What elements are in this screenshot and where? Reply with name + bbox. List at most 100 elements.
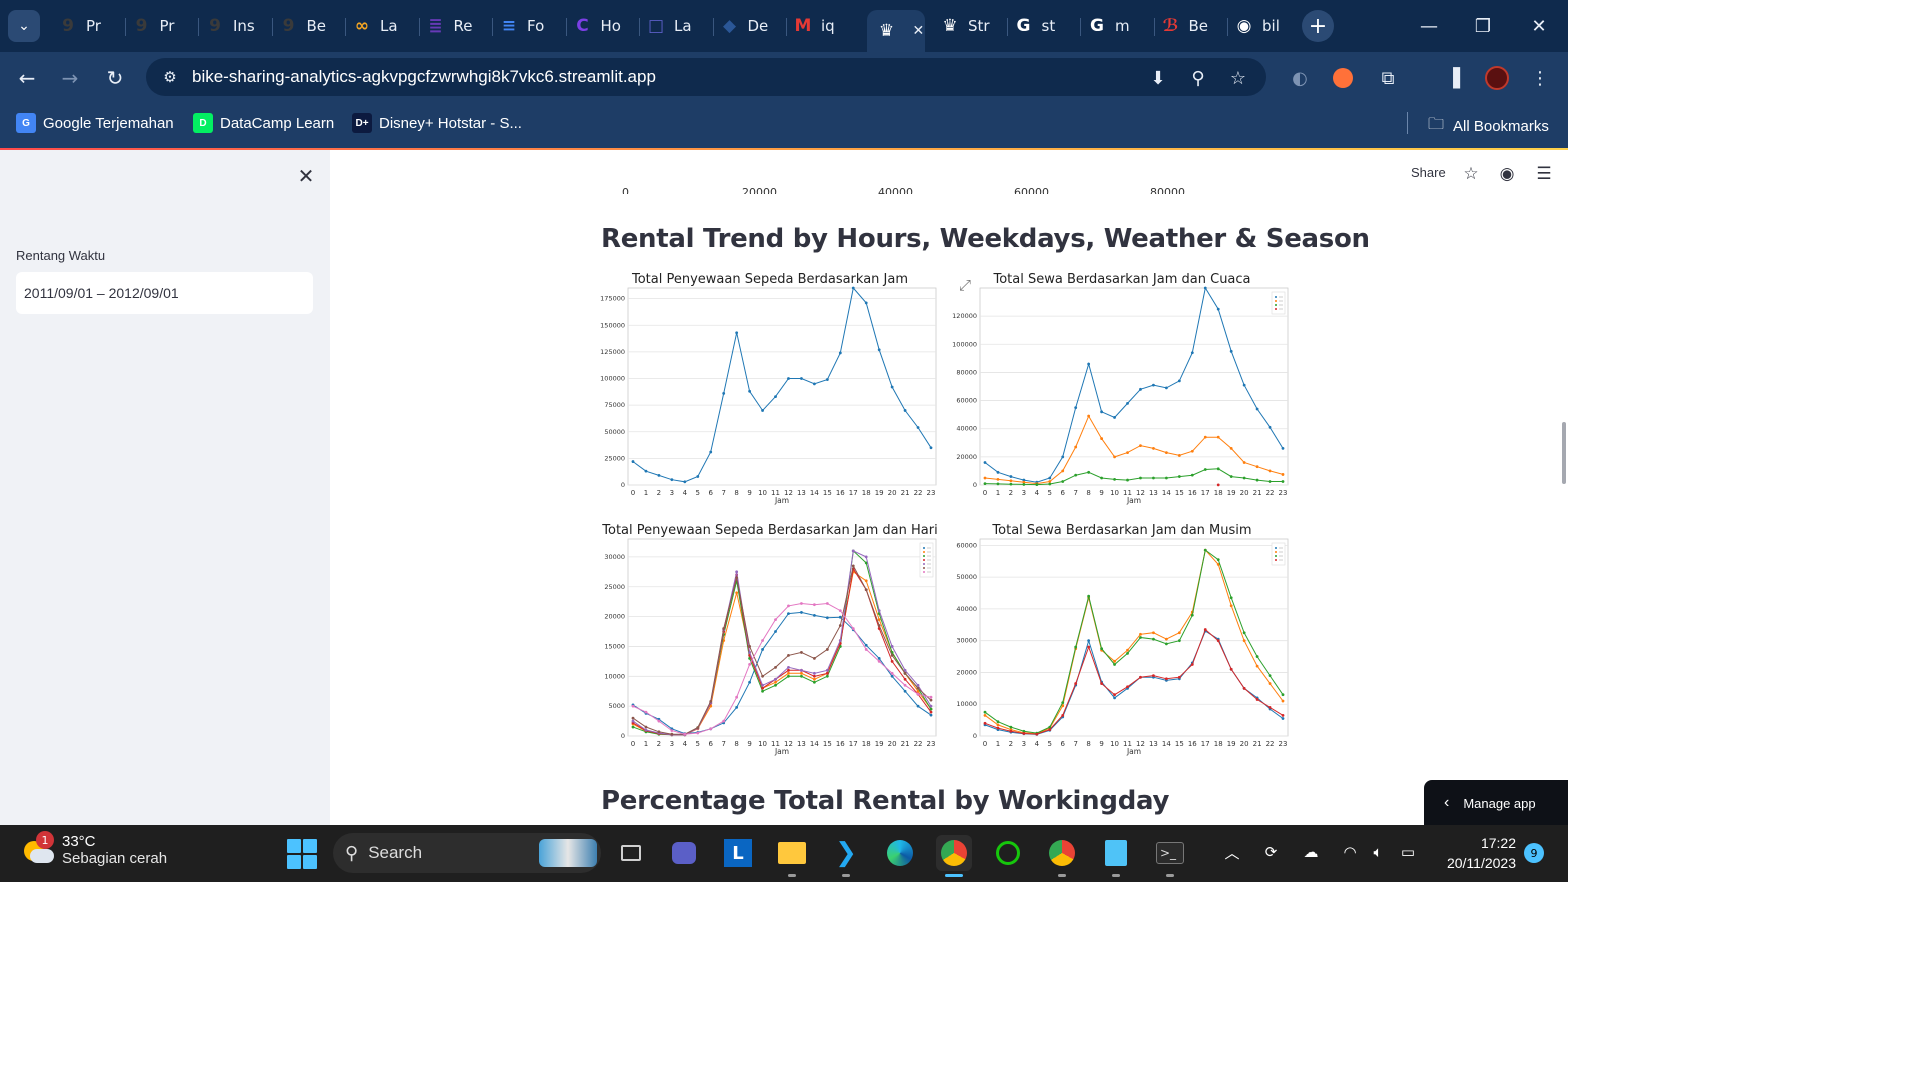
tab-search-button[interactable]: ⌄ — [8, 10, 40, 42]
bookmark-favicon-icon: D+ — [352, 113, 372, 133]
data-point — [929, 710, 933, 714]
browser-tab[interactable]: ≣ Re — [426, 10, 488, 42]
bookmark-item[interactable]: D DataCamp Learn — [193, 113, 334, 133]
onedrive-icon[interactable]: ☁ — [1300, 841, 1322, 863]
back-button[interactable]: ← — [13, 64, 41, 92]
side-panel-icon[interactable]: ▐ — [1439, 64, 1467, 92]
task-view-icon[interactable] — [613, 835, 649, 871]
profile-avatar[interactable] — [1483, 64, 1511, 92]
x-tick-label: 2 — [657, 740, 661, 748]
restore-icon[interactable]: ❐ — [1468, 12, 1498, 40]
taskbar-search[interactable]: ⚲ Search — [333, 833, 601, 873]
date-range-input[interactable]: 2011/09/01 – 2012/09/01 — [16, 272, 313, 314]
x-tick-label: 13 — [797, 740, 806, 748]
install-app-icon[interactable]: ⬇ — [1146, 66, 1170, 90]
browser-tab[interactable]: Gst — [1014, 10, 1076, 42]
chrome-icon[interactable] — [936, 835, 972, 877]
legend-marker — [1275, 296, 1277, 298]
x-tick-label: 9 — [747, 740, 751, 748]
data-point — [864, 579, 868, 583]
notepad-icon[interactable] — [1098, 835, 1134, 877]
all-bookmarks-button[interactable]: 🗀 All Bookmarks — [1428, 113, 1549, 140]
x-tick-label: 16 — [1188, 489, 1197, 497]
browser-tab[interactable]: ◆ De — [720, 10, 782, 42]
scrollbar-thumb[interactable] — [1562, 422, 1566, 484]
browser-tab[interactable]: ℬ Be — [1161, 10, 1223, 42]
manage-app-button[interactable]: ‹ Manage app — [1424, 780, 1568, 825]
wifi-icon[interactable]: ◠ — [1339, 841, 1361, 863]
tab-separator — [198, 18, 199, 36]
bookmark-item[interactable]: G Google Terjemahan — [16, 113, 174, 133]
main-menu-icon[interactable]: ☰ — [1533, 163, 1555, 185]
battery-icon[interactable]: ▭ — [1397, 841, 1419, 863]
site-info-icon[interactable]: ⚙ — [158, 65, 182, 89]
x-tick-label: 17 — [1201, 489, 1210, 497]
y-tick-label: 10000 — [956, 700, 977, 708]
data-point — [631, 719, 635, 723]
browser-tab[interactable]: Miq — [793, 10, 855, 42]
weather-widget[interactable]: 1 33°C Sebagian cerah — [22, 831, 167, 867]
browser-tab[interactable]: C Ho — [573, 10, 635, 42]
start-button[interactable] — [287, 839, 317, 869]
browser-tab[interactable]: Gm — [1087, 10, 1149, 42]
browser-tab[interactable]: 9 Ins — [205, 10, 267, 42]
data-point — [1229, 667, 1233, 671]
browser-tab[interactable]: ◉ bil — [1234, 10, 1296, 42]
data-point — [1203, 286, 1207, 290]
data-point — [929, 704, 933, 708]
extensions-puzzle-icon[interactable]: ⧉ — [1374, 64, 1402, 92]
bookmark-star-icon[interactable]: ☆ — [1226, 66, 1250, 90]
close-window-icon[interactable]: ✕ — [1524, 12, 1554, 40]
extension-icon[interactable]: ◐ — [1286, 64, 1314, 92]
file-explorer-icon[interactable] — [774, 835, 810, 877]
data-point — [929, 695, 933, 699]
address-bar[interactable]: ⚙ bike-sharing-analytics-agkvpgcfzwrwhgi… — [146, 58, 1266, 96]
browser-menu-icon[interactable]: ⋮ — [1526, 64, 1554, 92]
new-tab-button[interactable]: + — [1302, 10, 1334, 42]
clock[interactable]: 17:22 20/11/2023 — [1436, 833, 1516, 873]
y-tick-label: 175000 — [600, 295, 625, 303]
edge-icon[interactable] — [882, 835, 918, 871]
data-point — [670, 732, 674, 736]
data-point — [916, 704, 920, 708]
terminal-icon[interactable]: >_ — [1152, 835, 1188, 877]
show-hidden-icons-icon[interactable]: ︿ — [1221, 841, 1243, 863]
close-sidebar-icon[interactable]: ✕ — [294, 164, 318, 188]
tab-close-icon[interactable]: ✕ — [913, 23, 925, 39]
data-point — [1203, 548, 1207, 552]
data-point — [983, 721, 987, 725]
browser-tab[interactable]: 9 Pr — [58, 10, 120, 42]
tab-separator — [1006, 18, 1008, 36]
forward-button[interactable]: → — [56, 64, 84, 92]
chrome-profile-icon[interactable] — [1044, 835, 1080, 877]
browser-tab[interactable]: 9 Pr — [132, 10, 194, 42]
data-point — [1139, 444, 1142, 447]
data-point — [812, 680, 816, 684]
bookmark-item[interactable]: D+ Disney+ Hotstar - S... — [352, 113, 522, 133]
linkedin-learning-icon[interactable]: L — [720, 835, 756, 871]
browser-tab[interactable]: ♛ ✕ — [866, 10, 925, 52]
vscode-icon[interactable]: ❯ — [828, 835, 864, 877]
browser-tab[interactable]: 9 Be — [279, 10, 341, 42]
jupyter-icon[interactable] — [990, 835, 1026, 871]
browser-tab[interactable]: ≡ Fo — [499, 10, 561, 42]
browser-tab[interactable]: ∞ La — [352, 10, 414, 42]
data-point — [800, 602, 803, 605]
extension-fox-icon[interactable] — [1329, 64, 1357, 92]
chat-app-icon[interactable] — [666, 835, 702, 871]
volume-icon[interactable]: 🔈︎ — [1367, 841, 1389, 863]
tab-label: Be — [306, 17, 327, 35]
browser-tab[interactable]: □ La — [646, 10, 708, 42]
sync-icon[interactable]: ⟳ — [1260, 841, 1282, 863]
star-icon[interactable]: ☆ — [1460, 163, 1482, 185]
reload-button[interactable]: ↻ — [101, 64, 129, 92]
bookmarks-bar: G Google Terjemahan D DataCamp Learn D+ Disne… — [0, 102, 1568, 148]
data-point — [1281, 717, 1285, 720]
data-point — [851, 564, 855, 568]
github-icon[interactable]: ◉ — [1496, 163, 1518, 185]
share-button[interactable]: Share — [1411, 165, 1446, 180]
browser-tab[interactable]: ♛ Str — [940, 10, 1002, 42]
minimize-icon[interactable]: — — [1414, 12, 1444, 40]
zoom-icon[interactable]: ⚲ — [1186, 66, 1210, 90]
notification-badge[interactable]: 9 — [1524, 843, 1544, 863]
